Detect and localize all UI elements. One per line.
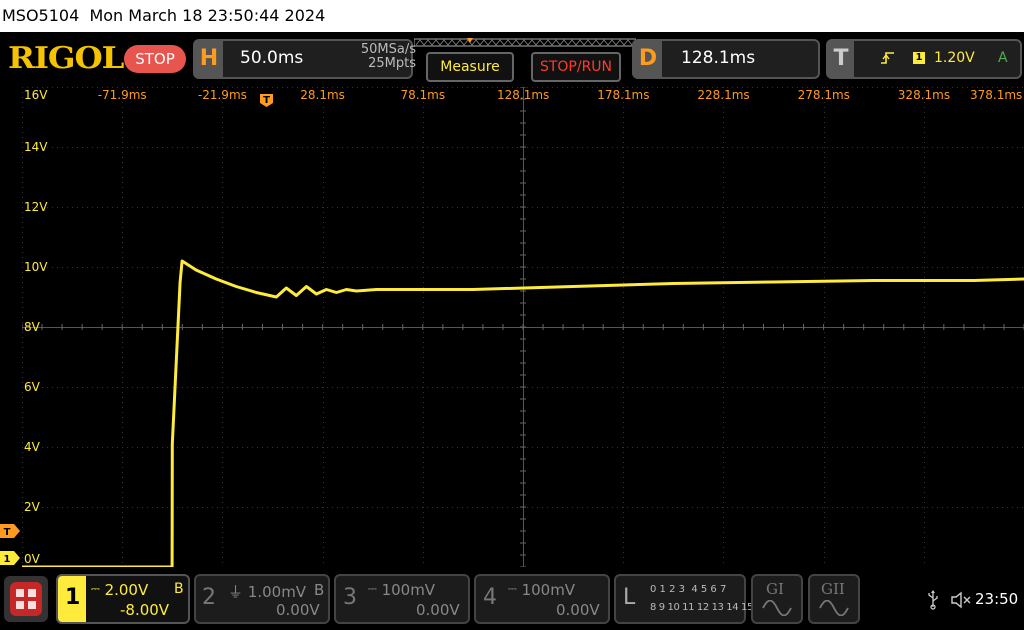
timebase-value: 50.0ms bbox=[240, 48, 304, 68]
time-axis-label: 228.1ms bbox=[697, 88, 750, 102]
memory-depth: 25Mpts bbox=[368, 56, 416, 71]
ch1-scale: ⎓ 2.00V bbox=[91, 581, 149, 599]
ch1-marker-label: 1 bbox=[4, 554, 11, 565]
ch3-scale: ⎓ 100mV bbox=[368, 581, 436, 599]
time-axis-label: 328.1ms bbox=[897, 88, 951, 102]
logic-channels-row1: 0 1 2 3 4 5 6 7 bbox=[650, 584, 727, 595]
dc-coupling-icon: ⎓ bbox=[508, 582, 517, 595]
menu-grid-icon bbox=[10, 582, 42, 616]
voltage-axis-label: 10V bbox=[24, 260, 48, 274]
datetime: Mon March 18 23:50:44 2024 bbox=[89, 6, 326, 25]
time-axis-label: -71.9ms bbox=[97, 88, 147, 102]
ch1-offset: -8.00V bbox=[120, 601, 170, 619]
trigger-mode: A bbox=[998, 50, 1008, 66]
ch3-offset: 0.00V bbox=[416, 601, 460, 619]
ch2-scale: ⏚ 1.00mV bbox=[228, 583, 307, 601]
ch4-offset: 0.00V bbox=[556, 601, 600, 619]
generator2-label: GII bbox=[821, 580, 845, 598]
main-menu-button[interactable] bbox=[4, 576, 48, 622]
ch1-bandwidth-limit: B bbox=[174, 581, 184, 597]
speaker-muted-icon[interactable] bbox=[950, 590, 972, 610]
dc-coupling-icon: ⎓ bbox=[91, 582, 100, 595]
voltage-axis-label: 4V bbox=[24, 440, 40, 454]
ch1-number: 1 bbox=[65, 585, 81, 610]
voltage-axis-label: 14V bbox=[24, 140, 48, 154]
ground-coupling-icon: ⏚ bbox=[228, 583, 244, 601]
trigger-level: 1.20V bbox=[934, 50, 975, 66]
sine-wave-icon bbox=[762, 600, 792, 616]
time-axis-label: 28.1ms bbox=[300, 88, 345, 102]
voltage-axis-label: 6V bbox=[24, 380, 40, 394]
usb-icon bbox=[928, 590, 938, 610]
trigger-letter: T bbox=[828, 41, 854, 77]
status-clock: 23:50 bbox=[975, 590, 1019, 608]
horizontal-letter: H bbox=[195, 41, 223, 77]
time-axis-label: 378.1ms bbox=[970, 88, 1023, 102]
measure-button[interactable]: Measure bbox=[426, 52, 514, 82]
voltage-axis-label: 2V bbox=[24, 500, 40, 514]
trigger-time-marker-icon[interactable]: T bbox=[259, 93, 274, 108]
delay-letter: D bbox=[634, 41, 662, 77]
waveform-display[interactable] bbox=[22, 87, 1024, 567]
dc-coupling-icon: ⎓ bbox=[368, 582, 377, 595]
run-state-badge[interactable]: STOP bbox=[124, 45, 186, 73]
generator1-label: GI bbox=[766, 580, 784, 598]
ch2-bandwidth-limit: B bbox=[314, 581, 325, 599]
title-text: MSO5104 Mon March 18 23:50:44 2024 bbox=[2, 6, 325, 25]
left-axis-strip bbox=[0, 87, 22, 567]
time-axis-label: 128.1ms bbox=[497, 88, 550, 102]
ch3-number: 3 bbox=[343, 585, 357, 610]
time-axis-label: 78.1ms bbox=[400, 88, 446, 102]
voltage-axis-label: 12V bbox=[24, 200, 48, 214]
voltage-axis-label: 16V bbox=[24, 88, 48, 102]
ch2-number: 2 bbox=[202, 585, 216, 610]
acquisition-info: 50MSa/s 25Mpts bbox=[332, 43, 416, 71]
ch4-number: 4 bbox=[483, 585, 497, 610]
voltage-axis-label: 8V bbox=[24, 320, 40, 334]
sine-wave-icon bbox=[819, 600, 849, 616]
ch2-offset: 0.00V bbox=[276, 601, 320, 619]
sample-rate: 50MSa/s bbox=[360, 42, 416, 57]
time-axis-label: 278.1ms bbox=[797, 88, 850, 102]
trigger-level-marker-label: T bbox=[4, 527, 11, 538]
delay-value: 128.1ms bbox=[681, 48, 756, 68]
trigger-position-bar bbox=[414, 38, 636, 47]
rigol-logo: RIGOL bbox=[8, 41, 124, 76]
stop-run-button[interactable]: STOP/RUN bbox=[531, 52, 621, 82]
rising-edge-icon bbox=[881, 52, 894, 64]
time-axis-label: -21.9ms bbox=[197, 88, 247, 102]
trigger-level-marker-icon[interactable]: T bbox=[0, 524, 20, 538]
logic-letter: L bbox=[623, 585, 636, 610]
time-axis-label: 178.1ms bbox=[597, 88, 650, 102]
model-name: MSO5104 bbox=[2, 6, 80, 25]
logic-channels-row2: 8 9 10 11 12 13 14 15 bbox=[650, 602, 753, 613]
ch4-scale: ⎓ 100mV bbox=[508, 581, 576, 599]
voltage-axis-label: 0V bbox=[24, 552, 40, 566]
trigger-source-badge: 1 bbox=[913, 52, 925, 64]
trigger-time-marker-label: T bbox=[263, 95, 270, 106]
ch1-offset-marker-icon[interactable]: 1 bbox=[0, 551, 20, 565]
